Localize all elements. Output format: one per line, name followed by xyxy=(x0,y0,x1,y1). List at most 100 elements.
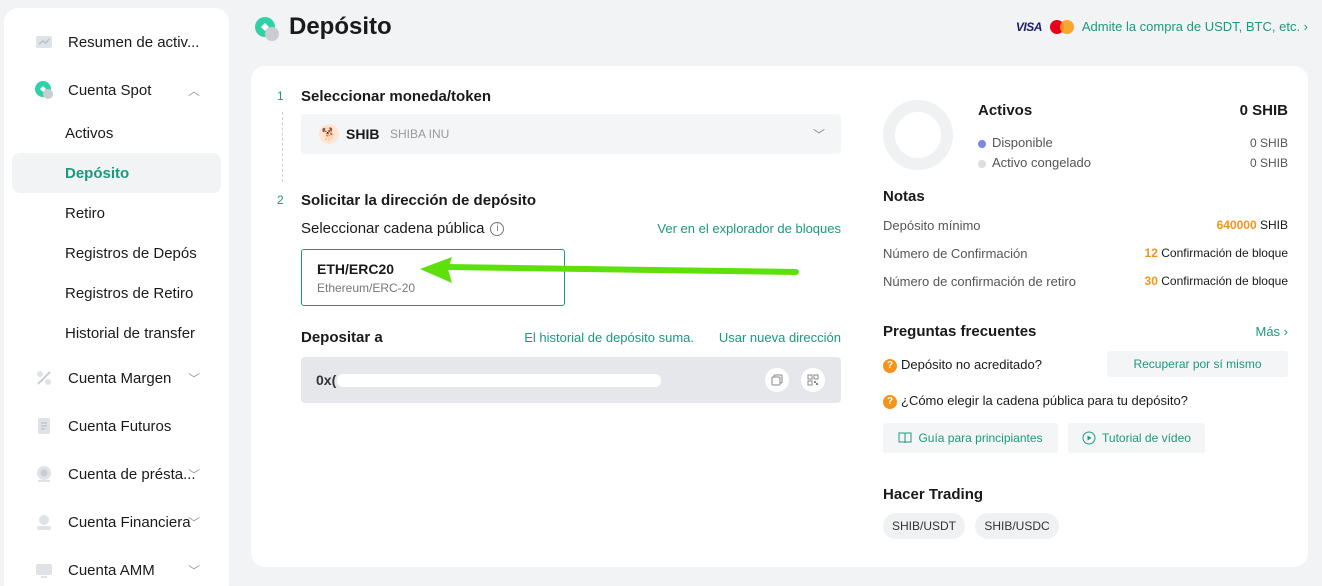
step-title-select-token: Seleccionar moneda/token xyxy=(301,88,492,105)
trading-pair-shib-usdt[interactable]: SHIB/USDT xyxy=(883,513,965,539)
token-name: SHIBA INU xyxy=(390,127,450,141)
sidebar-item-deposit-records[interactable]: Registros de Depósi xyxy=(12,233,221,273)
buy-crypto-link[interactable]: Admite la compra de USDT, BTC, etc. › xyxy=(1082,19,1308,34)
sidebar-item-label: Resumen de activ... xyxy=(68,33,200,51)
sidebar: Resumen de activ... Cuenta Spot ︿ Activo… xyxy=(4,8,229,586)
notes-title: Notas xyxy=(883,188,925,205)
spot-icon xyxy=(34,80,54,100)
withdraw-confirmation-count: 30 xyxy=(1144,274,1158,288)
assets-title: Activos xyxy=(978,102,1033,119)
chevron-down-icon: ﹀ xyxy=(188,515,201,530)
chevron-down-icon: ﹀ xyxy=(188,371,201,386)
chain-name: ETH/ERC20 xyxy=(317,261,395,277)
self-recover-label: Recuperar por sí mismo xyxy=(1133,357,1262,371)
sidebar-item-asset-summary[interactable]: Resumen de activ... xyxy=(4,22,229,62)
trading-pair-shib-usdc[interactable]: SHIB/USDC xyxy=(975,513,1059,539)
futures-icon xyxy=(34,416,54,436)
step-number: 1 xyxy=(277,89,284,103)
faq-question-2[interactable]: ? ¿Cómo elegir la cadena pública para tu … xyxy=(883,393,1188,409)
sidebar-item-label: Cuenta Spot xyxy=(68,81,152,99)
sidebar-item-label: Activos xyxy=(65,124,114,142)
sidebar-item-label: Cuenta Financiera xyxy=(68,513,191,531)
green-arrow-annotation xyxy=(420,257,799,283)
step-connector xyxy=(282,112,283,182)
faq-question-text: Depósito no acreditado? xyxy=(901,357,1042,372)
sidebar-item-assets[interactable]: Activos xyxy=(12,113,221,153)
financial-icon xyxy=(34,512,54,532)
legend-frozen: Activo congelado xyxy=(978,155,1091,170)
beginner-guide-button[interactable]: Guía para principiantes xyxy=(883,423,1058,453)
confirmation-count: 12 xyxy=(1144,246,1158,260)
frozen-value: 0 SHIB xyxy=(1249,156,1288,170)
sidebar-item-label: Retiro xyxy=(65,204,106,222)
deposit-history-link[interactable]: El historial de depósito suma. xyxy=(524,330,694,345)
legend-available: Disponible xyxy=(978,135,1053,150)
sidebar-item-label: Cuenta Futuros xyxy=(68,417,172,435)
sidebar-item-futures[interactable]: Cuenta Futuros xyxy=(4,406,229,446)
sidebar-item-label: Registros de Retiro xyxy=(65,284,194,302)
beginner-guide-label: Guía para principiantes xyxy=(918,431,1043,445)
shib-token-icon: 🐕 xyxy=(319,124,339,144)
sidebar-item-deposit[interactable]: Depósito xyxy=(12,153,221,193)
token-select[interactable]: 🐕 SHIB SHIBA INU ﹀ xyxy=(301,114,841,154)
sidebar-item-label: Cuenta de présta... xyxy=(68,465,196,483)
sidebar-item-withdraw-records[interactable]: Registros de Retiro xyxy=(12,273,221,313)
new-address-link[interactable]: Usar nueva dirección xyxy=(719,330,841,345)
legend-label: Disponible xyxy=(992,135,1053,150)
confirmation-value: 12 Confirmación de bloque xyxy=(1145,246,1288,260)
sidebar-item-label: Cuenta AMM xyxy=(68,561,155,579)
sidebar-item-withdraw[interactable]: Retiro xyxy=(12,193,221,233)
deposit-address-field: 0x( xyxy=(301,357,841,403)
chevron-down-icon: ﹀ xyxy=(188,563,201,578)
withdraw-confirmation-unit: Confirmación de bloque xyxy=(1161,274,1288,288)
visa-logo: VISA xyxy=(1015,19,1043,34)
legend-label: Activo congelado xyxy=(992,155,1092,170)
available-value: 0 SHIB xyxy=(1249,136,1288,150)
sidebar-item-amm[interactable]: Cuenta AMM ﹀ xyxy=(4,550,229,586)
video-tutorial-label: Tutorial de vídeo xyxy=(1102,431,1191,445)
sidebar-item-loans[interactable]: Cuenta de présta... ﹀ xyxy=(4,454,229,494)
confirmation-unit: Confirmación de bloque xyxy=(1161,246,1288,260)
sidebar-item-label: Depósito xyxy=(65,164,130,182)
confirmation-label: Número de Confirmación xyxy=(883,246,1028,261)
book-icon xyxy=(898,432,912,444)
deposit-to-label: Depositar a xyxy=(301,329,383,346)
block-explorer-link[interactable]: Ver en el explorador de bloques xyxy=(657,221,841,236)
play-icon xyxy=(1082,431,1096,445)
min-deposit-unit: SHIB xyxy=(1259,218,1288,232)
copy-icon[interactable] xyxy=(765,368,789,392)
sidebar-item-margin[interactable]: Cuenta Margen ﹀ xyxy=(4,358,229,398)
min-deposit-label: Depósito mínimo xyxy=(883,218,981,233)
margin-icon xyxy=(34,368,54,388)
address-redaction xyxy=(337,374,661,387)
chain-select-label: Seleccionar cadena pública i xyxy=(301,220,505,237)
buy-crypto-banner[interactable]: VISA Admite la compra de USDT, BTC, etc.… xyxy=(1016,19,1308,34)
sidebar-item-label: Cuenta Margen xyxy=(68,369,172,387)
summary-icon xyxy=(34,32,54,52)
chevron-down-icon: ﹀ xyxy=(812,127,825,142)
min-deposit-amount: 640000 xyxy=(1216,218,1257,232)
sidebar-item-transfer-history[interactable]: Historial de transfer xyxy=(12,313,221,353)
chevron-up-icon: ︿ xyxy=(188,83,201,98)
withdraw-confirmation-value: 30 Confirmación de bloque xyxy=(1145,274,1288,288)
deposit-address[interactable]: 0x( xyxy=(316,372,336,388)
mastercard-logo xyxy=(1049,19,1074,34)
deposit-title-icon xyxy=(254,16,280,42)
question-icon: ? xyxy=(883,394,897,409)
qr-code-icon[interactable] xyxy=(801,368,825,392)
video-tutorial-button[interactable]: Tutorial de vídeo xyxy=(1068,423,1205,453)
faq-question-text: ¿Cómo elegir la cadena pública para tu d… xyxy=(901,393,1188,408)
sidebar-item-label: Registros de Depósi xyxy=(65,244,197,262)
info-icon[interactable]: i xyxy=(490,221,505,236)
sidebar-item-spot[interactable]: Cuenta Spot ︿ xyxy=(4,70,229,110)
faq-more-link[interactable]: Más › xyxy=(1256,324,1289,339)
amm-icon xyxy=(34,560,54,580)
self-recover-button[interactable]: Recuperar por sí mismo xyxy=(1107,351,1288,377)
chain-label-text: Seleccionar cadena pública xyxy=(301,220,485,237)
sidebar-item-financial[interactable]: Cuenta Financiera ﹀ xyxy=(4,502,229,542)
step-number: 2 xyxy=(277,193,284,207)
page-title: Depósito xyxy=(289,13,392,40)
question-icon: ? xyxy=(883,358,897,373)
faq-question-1[interactable]: ? Depósito no acreditado? xyxy=(883,357,1042,373)
loan-icon xyxy=(34,464,54,484)
